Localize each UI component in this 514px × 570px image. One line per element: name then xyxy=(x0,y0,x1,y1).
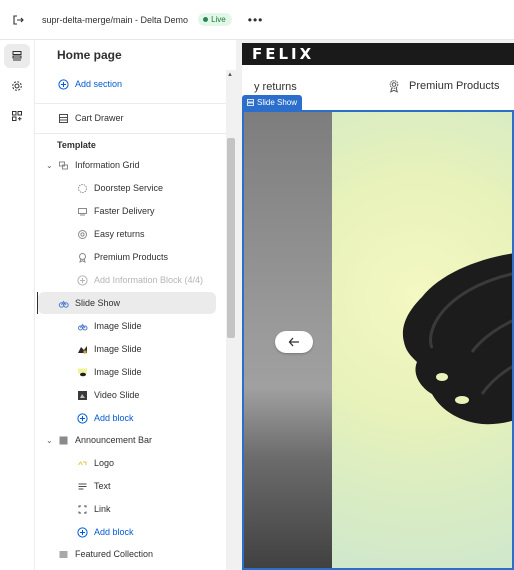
sections-icon xyxy=(247,99,254,106)
section-label: Announcement Bar xyxy=(75,435,153,445)
left-rail xyxy=(0,40,35,570)
panel-scrollbar[interactable]: ▲ xyxy=(226,70,236,570)
plus-circle-icon xyxy=(57,78,69,90)
text-icon xyxy=(76,480,88,492)
add-section-label: Add section xyxy=(75,79,123,89)
arrow-left-icon xyxy=(288,337,299,347)
announcement-icon xyxy=(57,434,69,446)
block-label: Image Slide xyxy=(94,321,142,331)
delivery-icon xyxy=(76,205,88,217)
add-block-button[interactable]: Add block xyxy=(35,521,226,543)
slide-product-image xyxy=(332,112,512,568)
layout-icon xyxy=(57,112,69,124)
divider xyxy=(35,133,226,134)
settings-nav-button[interactable] xyxy=(4,74,30,98)
image-thumbnail-icon xyxy=(76,320,88,332)
slide-show-preview[interactable] xyxy=(242,110,514,570)
section-label: Information Grid xyxy=(75,160,140,170)
award-icon xyxy=(76,251,88,263)
block-label: Image Slide xyxy=(94,344,142,354)
plus-circle-icon xyxy=(76,274,88,286)
block-label: Link xyxy=(94,504,111,514)
section-label: Slide Show xyxy=(75,298,121,308)
slideshow-icon xyxy=(57,297,69,309)
block-video-slide[interactable]: Video Slide xyxy=(35,384,226,406)
video-thumbnail-icon xyxy=(76,389,88,401)
block-text[interactable]: Text xyxy=(35,475,226,497)
template-heading: Template xyxy=(57,140,96,150)
block-doorstep-service[interactable]: Doorstep Service xyxy=(35,177,226,199)
store-logo[interactable]: FELIX xyxy=(252,45,314,63)
scrollbar-thumb[interactable] xyxy=(227,138,235,338)
block-label: Faster Delivery xyxy=(94,206,155,216)
section-cart-drawer[interactable]: Cart Drawer xyxy=(35,107,226,129)
add-information-block-button: Add Information Block (4/4) xyxy=(35,269,226,291)
store-name: supr-delta-merge/main - Delta Demo xyxy=(42,14,189,25)
service-icon xyxy=(76,182,88,194)
exit-button[interactable] xyxy=(0,0,36,40)
sections-nav-button[interactable] xyxy=(4,44,30,68)
section-label: Cart Drawer xyxy=(75,113,124,123)
status-dot-icon xyxy=(203,17,209,22)
exit-icon xyxy=(13,14,24,25)
slide-show-tag[interactable]: Slide Show xyxy=(242,95,303,110)
block-image-slide-2[interactable]: Image Slide xyxy=(35,338,226,360)
image-thumbnail-icon xyxy=(76,366,88,378)
block-link[interactable]: Link xyxy=(35,498,226,520)
block-faster-delivery[interactable]: Faster Delivery xyxy=(35,200,226,222)
apps-icon xyxy=(12,111,22,121)
sections-panel: Home page Add section Cart Drawer Templa… xyxy=(35,40,226,570)
block-image-slide-1[interactable]: Image Slide xyxy=(35,315,226,337)
store-preview: FELIX y returns Premium Products Slide S… xyxy=(236,40,514,570)
add-block-button[interactable]: Add block xyxy=(35,407,226,429)
grid-icon xyxy=(57,159,69,171)
logo-icon xyxy=(76,457,88,469)
add-block-label: Add block xyxy=(94,527,134,537)
plus-circle-icon xyxy=(76,412,88,424)
gear-icon xyxy=(12,81,22,91)
section-information-grid[interactable]: Information Grid xyxy=(35,154,226,176)
block-label: Image Slide xyxy=(94,367,142,377)
block-logo[interactable]: Logo xyxy=(35,452,226,474)
apps-nav-button[interactable] xyxy=(4,104,30,128)
info-item-premium: Premium Products xyxy=(387,79,499,93)
status-badge: Live xyxy=(198,13,232,26)
block-label: Video Slide xyxy=(94,390,140,400)
block-label: Easy returns xyxy=(94,229,145,239)
slide-prev-button[interactable] xyxy=(275,331,313,353)
award-icon xyxy=(389,80,399,93)
block-label: Text xyxy=(94,481,111,491)
block-label: Premium Products xyxy=(94,252,169,262)
block-easy-returns[interactable]: Easy returns xyxy=(35,223,226,245)
collection-icon xyxy=(57,548,69,560)
block-label: Doorstep Service xyxy=(94,183,164,193)
page-title: Home page xyxy=(57,48,122,62)
slide-show-tag-label: Slide Show xyxy=(257,98,298,107)
more-actions-button[interactable]: ••• xyxy=(248,13,264,27)
info-item-label: Premium Products xyxy=(409,80,500,92)
status-label: Live xyxy=(211,15,226,24)
block-premium-products[interactable]: Premium Products xyxy=(35,246,226,268)
section-slide-show[interactable]: Slide Show xyxy=(38,292,216,314)
divider xyxy=(35,103,226,104)
top-bar: supr-delta-merge/main - Delta Demo Live … xyxy=(0,0,514,40)
scroll-up-icon[interactable]: ▲ xyxy=(227,72,233,78)
section-featured-collection[interactable]: Featured Collection xyxy=(35,543,226,565)
add-block-label: Add Information Block (4/4) xyxy=(94,275,204,285)
section-label: Featured Collection xyxy=(75,549,154,559)
image-thumbnail-icon xyxy=(76,343,88,355)
add-block-label: Add block xyxy=(94,413,134,423)
block-label: Logo xyxy=(94,458,115,468)
sections-icon xyxy=(12,51,22,61)
preview-header[interactable]: FELIX xyxy=(242,43,514,65)
block-image-slide-3[interactable]: Image Slide xyxy=(35,361,226,383)
section-announcement-bar[interactable]: Announcement Bar xyxy=(35,429,226,451)
returns-icon xyxy=(76,228,88,240)
link-icon xyxy=(76,503,88,515)
add-section-button[interactable]: Add section xyxy=(35,73,226,95)
helmet-image xyxy=(403,253,512,425)
plus-circle-icon xyxy=(76,526,88,538)
info-item-text: y returns xyxy=(254,81,297,93)
